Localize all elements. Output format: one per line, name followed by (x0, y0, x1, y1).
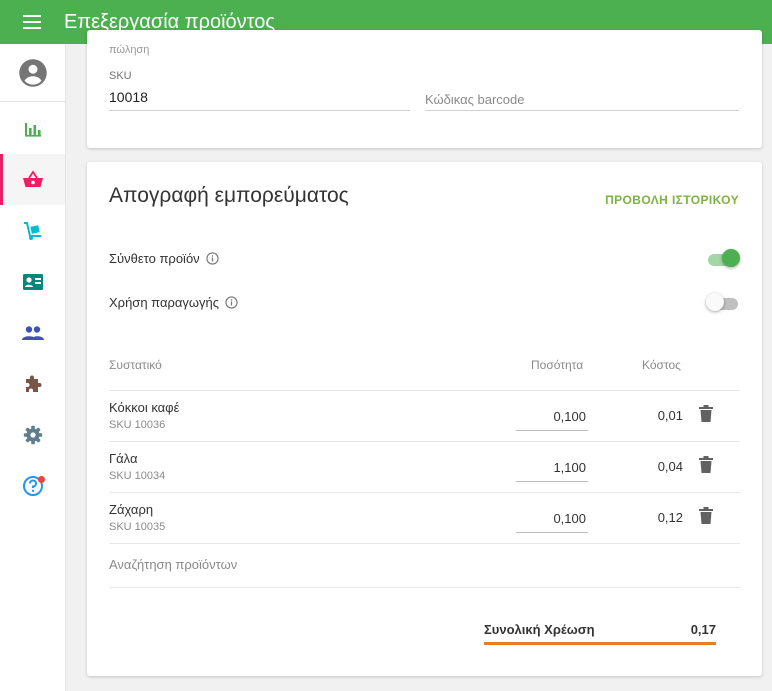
column-header-ingredient: Συστατικό (109, 358, 162, 372)
contact-card-icon (22, 273, 43, 290)
ingredient-sku: SKU 10035 (109, 521, 166, 533)
ingredient-sku: SKU 10034 (109, 470, 166, 482)
divider (109, 543, 740, 544)
inventory-title: Απογραφή εμπορεύματος (109, 184, 349, 207)
ingredient-name: Γάλα (109, 451, 138, 466)
bar-chart-icon (24, 122, 41, 137)
delete-icon[interactable] (699, 405, 713, 427)
total-charge-value: 0,17 (690, 622, 716, 637)
production-usage-row: Χρήση παραγωγής (109, 290, 740, 314)
product-details-card: πώληση SKU 10018 Κώδικας barcode (87, 30, 762, 148)
ingredient-name: Κόκκοι καφέ (109, 400, 180, 415)
notification-badge (38, 476, 45, 483)
info-icon[interactable] (225, 295, 238, 309)
sku-field-underline (109, 110, 410, 111)
menu-button[interactable] (0, 0, 64, 44)
basket-icon (22, 169, 43, 187)
total-charge-label: Συνολική Χρέωση (484, 622, 595, 637)
quantity-input[interactable]: 0,100 (516, 503, 588, 533)
product-search-input[interactable]: Αναζήτηση προϊόντων (109, 557, 237, 572)
delete-icon[interactable] (699, 507, 713, 529)
view-history-link[interactable]: ΠΡΟΒΟΛΗ ΙΣΤΟΡΙΚΟΥ (605, 193, 739, 207)
barcode-field-underline (425, 110, 739, 111)
production-usage-toggle[interactable] (706, 293, 740, 311)
production-usage-label: Χρήση παραγωγής (109, 294, 220, 310)
cost-value: 0,01 (657, 408, 683, 423)
composite-product-row: Σύνθετο προϊόν (109, 246, 740, 270)
sidebar-item-help[interactable] (0, 460, 65, 511)
quantity-value: 0,100 (553, 409, 586, 424)
puzzle-icon (25, 375, 41, 392)
column-header-quantity: Ποσότητα (531, 358, 584, 372)
cost-value: 0,12 (657, 510, 683, 525)
info-icon[interactable] (206, 251, 219, 265)
cost-value: 0,04 (657, 459, 683, 474)
sku-field[interactable]: 10018 (109, 89, 148, 105)
ingredient-sku: SKU 10036 (109, 419, 166, 431)
gear-icon (23, 425, 42, 444)
menu-icon (23, 15, 41, 29)
sidebar-item-reports[interactable] (0, 103, 65, 154)
sidebar-item-customers[interactable] (0, 256, 65, 307)
inventory-card: Απογραφή εμπορεύματος ΠΡΟΒΟΛΗ ΙΣΤΟΡΙΚΟΥ … (87, 162, 762, 676)
table-row: Ζάχαρη SKU 10035 0,100 0,12 (109, 493, 740, 543)
sidebar-item-products[interactable] (0, 154, 65, 205)
hand-truck-icon (23, 221, 41, 240)
composite-product-toggle[interactable] (706, 249, 740, 267)
quantity-input[interactable]: 0,100 (516, 401, 588, 431)
sku-label: SKU (109, 70, 132, 82)
table-row: Γάλα SKU 10034 1,100 0,04 (109, 442, 740, 492)
people-icon (21, 325, 44, 340)
quantity-value: 1,100 (553, 460, 586, 475)
composite-product-label: Σύνθετο προϊόν (109, 250, 200, 266)
quantity-input[interactable]: 1,100 (516, 452, 588, 482)
sidebar-item-settings[interactable] (0, 409, 65, 460)
sidebar-item-extensions[interactable] (0, 358, 65, 409)
sidebar-item-avatar[interactable] (0, 44, 65, 102)
column-header-cost: Κόστος (642, 358, 681, 372)
sidebar-item-orders[interactable] (0, 205, 65, 256)
ingredient-name: Ζάχαρη (109, 502, 154, 517)
divider (109, 587, 740, 588)
sidebar-item-users[interactable] (0, 307, 65, 358)
account-circle-icon (18, 58, 47, 87)
partial-field-label: πώληση (109, 44, 150, 56)
table-row: Κόκκοι καφέ SKU 10036 0,100 0,01 (109, 391, 740, 441)
sidebar (0, 44, 66, 691)
delete-icon[interactable] (699, 456, 713, 478)
quantity-value: 0,100 (553, 511, 586, 526)
total-charge: Συνολική Χρέωση 0,17 (484, 622, 716, 645)
barcode-field[interactable]: Κώδικας barcode (425, 92, 525, 107)
